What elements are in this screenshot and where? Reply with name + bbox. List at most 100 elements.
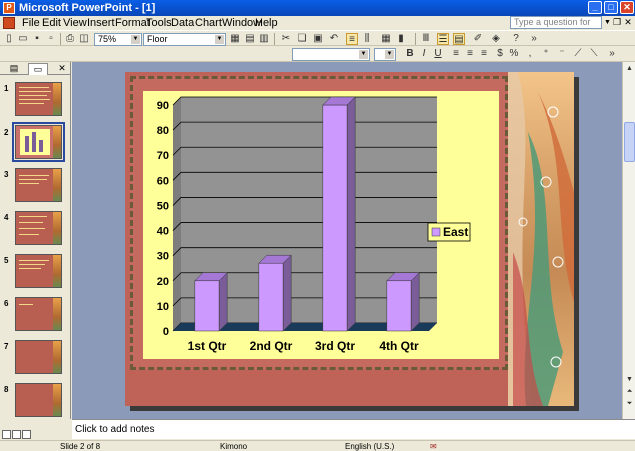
close-button[interactable]: ✕	[620, 1, 634, 14]
bar-chart[interactable]: 0 10 20 30 40 50 60 70 80 90 1st Qtr 2nd Qtr 3rd Qtr…	[143, 91, 499, 359]
x-category-label: 2nd Qtr	[250, 339, 293, 353]
menu-tools[interactable]: Tools	[146, 17, 172, 29]
previous-slide-icon[interactable]: ⏶	[624, 386, 635, 397]
drawing-icon[interactable]: ✐	[472, 33, 484, 45]
comma-style-icon[interactable]: ,	[524, 48, 536, 60]
maximize-button[interactable]: □	[604, 1, 618, 14]
formatting-toolbar: ▼ ▼ B I U ≡ ≡ ≡ $ % , ⁺ ⁻ ⟋ ⟍ »	[0, 46, 635, 62]
slides-tab-icon[interactable]: ▭	[28, 63, 48, 75]
notes-placeholder: Click to add notes	[75, 424, 155, 435]
window-title: Microsoft PowerPoint - [1]	[19, 2, 156, 14]
zoom-dropdown-icon[interactable]: ▼	[131, 35, 140, 44]
slide-thumbnail-3[interactable]	[15, 168, 62, 202]
y-tick-label: 50	[157, 200, 169, 212]
import-file-icon[interactable]: ▤	[244, 33, 256, 45]
slide-show-icon[interactable]	[22, 430, 31, 439]
currency-style-icon[interactable]: $	[494, 48, 506, 60]
formatting-options-icon[interactable]: »	[606, 48, 618, 60]
menu-insert[interactable]: Insert	[87, 17, 115, 29]
fill-color-icon[interactable]: ◈	[490, 33, 502, 45]
menu-view[interactable]: View	[63, 17, 87, 29]
slide-thumbnail-7[interactable]	[15, 340, 62, 374]
doc-close-icon[interactable]: ✕	[623, 17, 633, 28]
scroll-up-icon[interactable]: ▲	[624, 63, 635, 74]
scroll-down-icon[interactable]: ▼	[624, 374, 635, 385]
angle-counterclockwise-icon[interactable]: ⟍	[588, 48, 600, 60]
menu-chart[interactable]: Chart	[195, 17, 222, 29]
decrease-decimal-icon[interactable]: ⁻	[556, 48, 568, 60]
y-tick-label: 90	[157, 100, 169, 112]
vertical-scrollbar[interactable]: ▲ ▼ ⏶ ⏷	[622, 62, 635, 419]
slide-counter: Slide 2 of 8	[60, 442, 101, 451]
pane-close-icon[interactable]: ✕	[52, 63, 72, 75]
document-icon[interactable]	[3, 17, 15, 29]
toolbar-options-icon[interactable]: »	[528, 33, 540, 45]
menu-format[interactable]: Format	[115, 17, 150, 29]
font-name-combo[interactable]: ▼	[292, 48, 370, 61]
save-icon[interactable]: ▪	[31, 33, 43, 45]
slides-pane: ▤ ▭ ✕ 1 2 3 4 5 6 7 8	[0, 62, 71, 419]
zoom-value: 75%	[98, 34, 117, 44]
data-table-icon[interactable]: ▦	[380, 33, 392, 45]
legend-icon[interactable]: ▤	[453, 33, 465, 45]
x-category-label: 3rd Qtr	[315, 339, 355, 353]
help-dropdown-icon[interactable]: ▼	[604, 19, 611, 26]
increase-decimal-icon[interactable]: ⁺	[540, 48, 552, 60]
font-size-dropdown-icon[interactable]: ▼	[385, 50, 394, 59]
current-slide[interactable]: 0 10 20 30 40 50 60 70 80 90 1st Qtr 2nd Qtr 3rd Qtr…	[125, 72, 574, 406]
view-datasheet-icon[interactable]: ▥	[258, 33, 270, 45]
italic-icon[interactable]: I	[418, 48, 430, 60]
cut-icon[interactable]: ✂	[280, 33, 292, 45]
menu-data[interactable]: Data	[171, 17, 194, 29]
help-icon[interactable]: ?	[510, 33, 522, 45]
doc-restore-icon[interactable]: ❐	[612, 17, 622, 28]
align-center-icon[interactable]: ≡	[464, 48, 476, 60]
slide-sorter-view-icon[interactable]	[12, 430, 21, 439]
outline-tab-icon[interactable]: ▤	[4, 63, 24, 75]
notes-pane[interactable]: Click to add notes	[72, 419, 635, 439]
value-axis-gridlines-icon[interactable]: ☰	[437, 33, 449, 45]
powerpoint-app-icon[interactable]: P	[3, 2, 15, 14]
status-bar: Slide 2 of 8 Kimono English (U.S.) ✉	[0, 440, 635, 451]
angle-clockwise-icon[interactable]: ⟋	[572, 48, 584, 60]
font-size-combo[interactable]: ▼	[374, 48, 396, 61]
help-search-input[interactable]: Type a question for help	[510, 16, 602, 38]
by-column-icon[interactable]: ⫼	[361, 33, 373, 45]
undo-icon[interactable]: ↶	[328, 33, 340, 45]
by-row-icon[interactable]: ≡	[346, 33, 358, 45]
chart-object-dropdown-icon[interactable]: ▼	[215, 35, 224, 44]
percent-style-icon[interactable]: %	[508, 48, 520, 60]
chart-objects-combo[interactable]: Floor ▼	[143, 33, 226, 46]
slide-thumbnail-4[interactable]	[15, 211, 62, 245]
menu-file[interactable]: File	[22, 17, 40, 29]
slide-thumbnail-1[interactable]	[15, 82, 62, 116]
font-name-dropdown-icon[interactable]: ▼	[359, 50, 368, 59]
permission-icon[interactable]: ▫	[45, 33, 57, 45]
preview-icon[interactable]: ◫	[78, 33, 90, 45]
align-right-icon[interactable]: ≡	[478, 48, 490, 60]
minimize-button[interactable]: _	[588, 1, 602, 14]
zoom-combo[interactable]: 75% ▼	[94, 33, 142, 46]
print-icon[interactable]: ⎙	[64, 33, 76, 45]
scroll-thumb[interactable]	[624, 122, 635, 162]
align-left-icon[interactable]: ≡	[450, 48, 462, 60]
slide-thumbnail-8[interactable]	[15, 383, 62, 417]
new-icon[interactable]: ▯	[3, 33, 15, 45]
bold-icon[interactable]: B	[404, 48, 416, 60]
copy-icon[interactable]: ❏	[296, 33, 308, 45]
format-object-icon[interactable]: ▦	[229, 33, 241, 45]
slide-thumbnail-5[interactable]	[15, 254, 62, 288]
paste-icon[interactable]: ▣	[312, 33, 324, 45]
menu-edit[interactable]: Edit	[42, 17, 61, 29]
spelling-status-icon[interactable]: ✉	[430, 442, 437, 451]
underline-icon[interactable]: U	[432, 48, 444, 60]
slide-thumbnail-6[interactable]	[15, 297, 62, 331]
slide-thumbnail-2[interactable]	[12, 122, 65, 162]
category-axis-gridlines-icon[interactable]: Ⅲ	[420, 33, 432, 45]
menu-help[interactable]: Help	[255, 17, 278, 29]
chart-type-icon[interactable]: ▮	[395, 33, 407, 45]
normal-view-icon[interactable]	[2, 430, 11, 439]
open-icon[interactable]: ▭	[17, 33, 29, 45]
next-slide-icon[interactable]: ⏷	[624, 398, 635, 409]
chart-object[interactable]: 0 10 20 30 40 50 60 70 80 90 1st Qtr 2nd Qtr 3rd Qtr…	[130, 76, 508, 370]
